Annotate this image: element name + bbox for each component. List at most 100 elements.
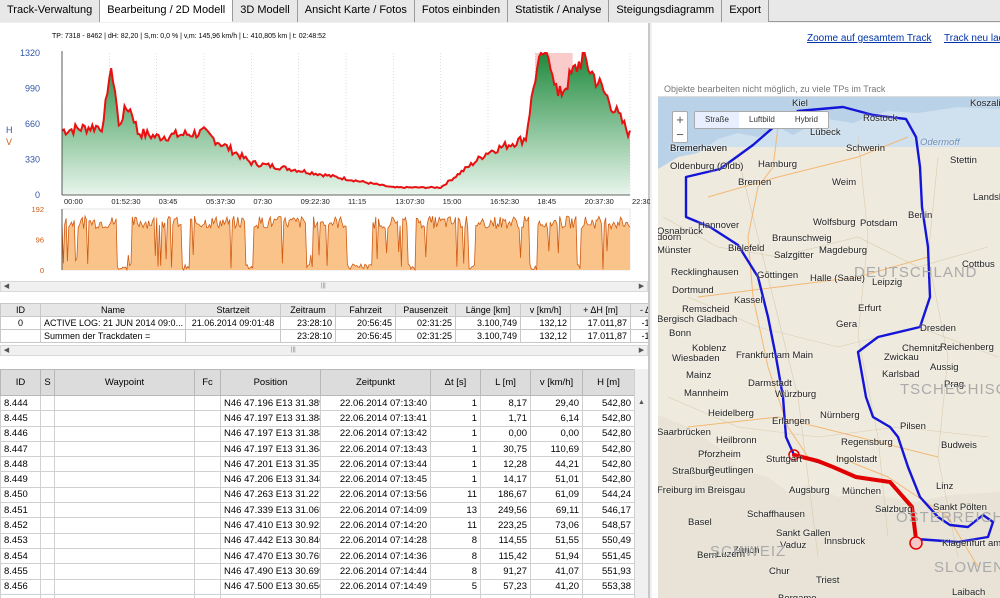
waypoint-cell: 57,23 <box>480 578 531 595</box>
summary-col-header[interactable]: Startzeit <box>185 303 281 317</box>
scroll-right-arrow-icon[interactable]: ▶ <box>636 282 647 291</box>
elevation-chart[interactable]: 1320 990 660 330 0 H V 00:00 01:52:30 03:45 05:37:… <box>0 23 650 279</box>
map-place-label: Bergisch Gladbach <box>658 314 738 325</box>
x-tick-label: 03:45 <box>159 197 178 206</box>
zoom-in-icon[interactable]: + <box>673 112 687 127</box>
waypoint-cell: 8.456 <box>0 578 41 595</box>
map-place-label: Würzburg <box>775 389 817 400</box>
tab-bearbeitung-2d-modell[interactable]: Bearbeitung / 2D Modell <box>100 0 234 22</box>
waypoint-col-header[interactable]: Δt [s] <box>430 369 481 396</box>
table-row[interactable]: 8.455 N46 47.490 E13 30.699 22.06.2014 07:… <box>0 563 635 580</box>
y-tick-label: 660 <box>25 119 40 129</box>
summary-col-header[interactable]: + ΔH [m] <box>570 303 631 317</box>
table-row[interactable]: 8.444 N46 47.196 E13 31.389 22.06.2014 07:… <box>0 394 635 412</box>
waypoint-cell: 8.446 <box>0 425 41 442</box>
table-row[interactable]: 8.450 N46 47.263 E13 31.227 22.06.2014 07:… <box>0 486 635 504</box>
x-tick-label: 18:45 <box>537 197 556 206</box>
table-row[interactable]: 8.451 N46 47.339 E13 31.065 22.06.2014 07:… <box>0 502 635 519</box>
scroll-left-arrow-icon[interactable]: ◀ <box>1 282 12 291</box>
waypoint-col-header[interactable]: Position <box>220 369 321 396</box>
map-place-label: Erlangen <box>772 416 811 427</box>
waypoint-col-header[interactable]: Zeitpunkt <box>320 369 431 396</box>
table-row[interactable]: 8.446 N46 47.197 E13 31.388 22.06.2014 07:… <box>0 425 635 442</box>
map-place-label: Münster <box>658 245 692 256</box>
waypoint-cell: 11 <box>430 517 481 534</box>
tab-3d-modell[interactable]: 3D Modell <box>233 0 298 22</box>
layer-luftbild-button[interactable]: Luftbild <box>739 112 785 128</box>
waypoint-vertical-scrollbar[interactable]: ▲ <box>634 369 648 598</box>
map-place-label: Mannheim <box>684 388 729 399</box>
waypoint-col-header[interactable]: L [m] <box>480 369 531 396</box>
waypoint-cell <box>194 456 221 473</box>
summary-cell: 132,12 <box>520 329 571 343</box>
map-place-label: Braunschweig <box>772 233 832 244</box>
summary-horizontal-scrollbar[interactable]: ◀ ||| ▶ <box>0 345 648 356</box>
map-place-label: Bielefeld <box>728 243 765 254</box>
summary-col-header[interactable]: Pausenzeit <box>395 303 456 317</box>
scroll-up-arrow-icon[interactable]: ▲ <box>635 399 648 406</box>
waypoint-col-header[interactable]: H [m] <box>582 369 635 396</box>
summary-col-header[interactable]: - Δ <box>630 303 648 317</box>
scroll-grip-icon[interactable]: ||| <box>321 283 331 290</box>
layer-strasse-button[interactable]: Straße <box>695 112 740 128</box>
map-place-label: Bremen <box>738 177 772 188</box>
waypoint-cell: 16,36 <box>530 593 583 598</box>
map-view[interactable]: + − Straße Luftbild Hybrid Kiel Rostock Ko… <box>658 96 1000 598</box>
reload-track-link[interactable]: Track neu laden <box>944 33 1000 44</box>
summary-cell <box>185 329 281 343</box>
layer-hybrid-button[interactable]: Hybrid <box>785 112 828 128</box>
summary-col-header[interactable]: Zeitraum <box>280 303 336 317</box>
tab-fotos-einbinden[interactable]: Fotos einbinden <box>414 0 509 22</box>
map-place-label: Landsberg <box>973 192 1000 203</box>
summary-col-header[interactable]: v [km/h] <box>520 303 571 317</box>
waypoint-cell <box>54 578 195 595</box>
summary-cell: 23:28:10 <box>280 329 336 343</box>
waypoint-cell: 22.06.2014 07:13:43 <box>320 440 431 458</box>
table-row[interactable]: 8.452 N46 47.410 E13 30.923 22.06.2014 07:… <box>0 517 635 534</box>
waypoint-cell <box>194 563 221 580</box>
waypoint-cell: 552,90 <box>582 593 635 598</box>
map-place-label: Bergamo <box>778 593 817 598</box>
waypoint-col-header[interactable]: Fc <box>194 369 221 396</box>
table-row[interactable]: 8.456 N46 47.500 E13 30.656 22.06.2014 07:… <box>0 578 635 595</box>
summary-row[interactable]: 0 ACTIVE LOG: 21 JUN 2014 09:0... 21.06.20… <box>0 316 648 330</box>
table-row[interactable]: 8.454 N46 47.470 E13 30.765 22.06.2014 07:… <box>0 547 635 565</box>
scroll-left-arrow-icon[interactable]: ◀ <box>1 346 12 355</box>
summary-row[interactable]: Summen der Trackdaten = 23:28:10 20:56:45 0… <box>0 329 648 343</box>
waypoint-cell: 22.06.2014 07:13:40 <box>320 394 431 412</box>
tab-export[interactable]: Export <box>722 0 769 22</box>
waypoint-cell: 22.06.2014 07:14:50 <box>320 593 431 598</box>
table-row[interactable]: 8.445 N46 47.197 E13 31.388 22.06.2014 07:… <box>0 410 635 427</box>
tab-steigungsdiagramm[interactable]: Steigungsdiagramm <box>609 0 723 22</box>
speed-tick-label: 192 <box>31 205 44 214</box>
zoom-out-icon[interactable]: − <box>673 127 687 142</box>
summary-col-header[interactable]: Fahrzeit <box>335 303 396 317</box>
summary-col-header[interactable]: Name <box>40 303 186 317</box>
table-row[interactable]: 8.457 N46 47.501 E13 30.65322.06.2014 07:… <box>0 593 635 598</box>
waypoint-cell: 8.453 <box>0 532 41 549</box>
scroll-right-arrow-icon[interactable]: ▶ <box>636 346 647 355</box>
waypoint-cell <box>194 410 221 427</box>
waypoint-cell: 22.06.2014 07:14:09 <box>320 502 431 519</box>
waypoint-cell: 542,80 <box>582 410 635 427</box>
tab-ansicht-karte-fotos[interactable]: Ansicht Karte / Fotos <box>297 0 415 22</box>
waypoint-col-header[interactable]: Waypoint <box>54 369 195 396</box>
waypoint-cell: 41,07 <box>530 563 583 580</box>
map-zoom-control: + − <box>672 111 688 143</box>
waypoint-col-header[interactable]: ID <box>0 369 41 396</box>
table-row[interactable]: 8.447 N46 47.197 E13 31.364 22.06.2014 07:… <box>0 440 635 458</box>
tab-track-verwaltung[interactable]: Track-Verwaltung <box>0 0 101 22</box>
waypoint-col-header[interactable]: v [km/h] <box>530 369 583 396</box>
table-row[interactable]: 8.448 N46 47.201 E13 31.357 22.06.2014 07:… <box>0 456 635 473</box>
waypoint-cell <box>54 563 195 580</box>
zoom-full-track-link[interactable]: Zoome auf gesamtem Track <box>807 33 932 44</box>
table-row[interactable]: 8.449 N46 47.206 E13 31.348 22.06.2014 07:… <box>0 471 635 488</box>
tab-statistik-analyse[interactable]: Statistik / Analyse <box>508 0 610 22</box>
scroll-grip-icon[interactable]: ||| <box>291 347 301 354</box>
waypoint-cell: 0,00 <box>480 425 531 442</box>
waypoint-col-header[interactable]: S <box>40 369 55 396</box>
summary-col-header[interactable]: Länge [km] <box>455 303 521 317</box>
table-row[interactable]: 8.453 N46 47.442 E13 30.846 22.06.2014 07:… <box>0 532 635 549</box>
chart-horizontal-scrollbar[interactable]: ◀ ||| ▶ <box>0 281 648 292</box>
summary-col-header[interactable]: ID <box>0 303 41 317</box>
